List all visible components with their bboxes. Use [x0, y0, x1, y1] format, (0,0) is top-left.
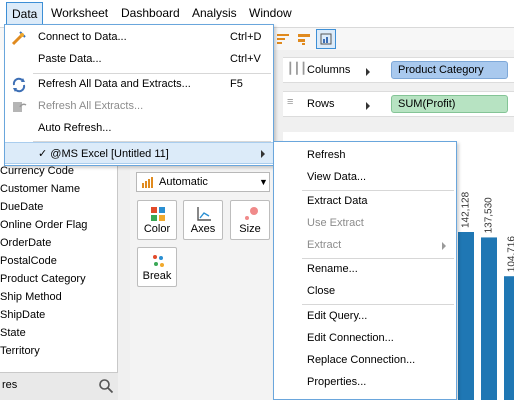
size-icon: [245, 207, 258, 220]
field-shipdate[interactable]: ShipDate: [0, 309, 45, 321]
columns-shelf-icon: ┃┃┃: [287, 63, 307, 75]
menu-separator: [302, 304, 454, 305]
bar-label-1: 142,128: [460, 191, 471, 228]
bar-2[interactable]: [481, 237, 497, 400]
menu-item-connect-to-data[interactable]: Connect to Data... Ctrl+D: [5, 27, 273, 49]
submenu-item-rename[interactable]: Rename...: [274, 259, 456, 281]
measures-search-bar: res: [0, 372, 118, 400]
submenu-item-properties[interactable]: Properties...: [274, 372, 456, 394]
bar-mark-icon: [142, 177, 153, 188]
rows-shelf-label: Rows: [307, 98, 335, 110]
field-orderdate[interactable]: OrderDate: [0, 237, 51, 249]
color-label: Color: [143, 223, 171, 235]
size-button[interactable]: Size: [230, 200, 270, 240]
show-mark-labels-button[interactable]: [316, 29, 336, 49]
mark-type-select[interactable]: Automatic ▼: [136, 172, 270, 192]
field-ship-method[interactable]: Ship Method: [0, 291, 62, 303]
rows-shelf-icon: ≡: [287, 96, 294, 108]
mark-labels-icon: [320, 33, 332, 45]
rows-pill[interactable]: SUM(Profit): [391, 95, 508, 113]
columns-shelf-label: Columns: [307, 64, 351, 76]
field-customer-name[interactable]: Customer Name: [0, 183, 80, 195]
submenu-item-use-extract[interactable]: Use Extract: [274, 213, 456, 235]
extract-refresh-icon: [13, 102, 27, 112]
data-menu: Connect to Data... Ctrl+D Paste Data... …: [4, 24, 274, 166]
rows-shelf[interactable]: ≡ Rows SUM(Profit): [283, 91, 514, 117]
submenu-item-extract[interactable]: Extract: [274, 235, 456, 257]
menu-item-datasource-ms-excel[interactable]: ✓ @MS Excel [Untitled 11]: [5, 142, 273, 164]
bar-label-3: 104,716: [506, 236, 514, 273]
break-icon: [153, 255, 164, 267]
mark-type-value: Automatic: [159, 176, 208, 188]
submenu-item-view-data[interactable]: View Data...: [274, 167, 456, 189]
columns-pill[interactable]: Product Category: [391, 61, 508, 79]
submenu-arrow-icon: [442, 242, 446, 250]
chevron-down-icon[interactable]: [366, 68, 370, 76]
bar-1[interactable]: [458, 232, 474, 400]
submenu-item-replace-connection[interactable]: Replace Connection...: [274, 350, 456, 372]
field-currency-code[interactable]: Currency Code: [0, 165, 74, 177]
field-postalcode[interactable]: PostalCode: [0, 255, 57, 267]
menu-item-refresh-all-extracts[interactable]: Refresh All Extracts...: [5, 96, 273, 118]
axes-icon: [197, 207, 211, 221]
submenu-item-extract-data[interactable]: Extract Data: [274, 191, 456, 213]
connect-icon: [11, 31, 26, 46]
menu-item-auto-refresh[interactable]: Auto Refresh...: [5, 118, 273, 140]
menu-analysis[interactable]: Analysis: [192, 6, 237, 20]
field-territory[interactable]: Territory: [0, 345, 40, 357]
submenu-item-edit-connection[interactable]: Edit Connection...: [274, 328, 456, 350]
size-label: Size: [239, 223, 261, 235]
menu-item-paste-data[interactable]: Paste Data... Ctrl+V: [5, 49, 273, 71]
chevron-down-icon[interactable]: [366, 102, 370, 110]
columns-shelf[interactable]: ┃┃┃ Columns Product Category: [283, 57, 514, 83]
submenu-item-close[interactable]: Close: [274, 281, 456, 303]
field-state[interactable]: State: [0, 327, 26, 339]
field-duedate[interactable]: DueDate: [0, 201, 43, 213]
submenu-item-refresh[interactable]: Refresh: [274, 145, 456, 167]
menu-dashboard[interactable]: Dashboard: [121, 6, 180, 20]
break-label: Break: [142, 270, 172, 282]
submenu-item-edit-query[interactable]: Edit Query...: [274, 306, 456, 328]
axes-button[interactable]: Axes: [183, 200, 223, 240]
measures-label: res: [2, 379, 18, 391]
menu-data[interactable]: Data: [6, 2, 44, 26]
break-button[interactable]: Break: [137, 247, 177, 287]
datasource-submenu: Refresh View Data... Extract Data Use Ex…: [273, 141, 457, 400]
bar-3[interactable]: [504, 276, 514, 400]
sort-descending-icon[interactable]: [296, 31, 312, 47]
submenu-arrow-icon: [261, 150, 265, 158]
menu-item-refresh-all[interactable]: Refresh All Data and Extracts... F5: [5, 74, 273, 96]
color-button[interactable]: Color: [137, 200, 177, 240]
menu-window[interactable]: Window: [249, 6, 292, 20]
search-icon[interactable]: [98, 378, 114, 394]
menu-worksheet[interactable]: Worksheet: [51, 6, 108, 20]
refresh-icon: [12, 77, 26, 93]
field-product-category[interactable]: Product Category: [0, 273, 86, 285]
field-online-order-flag[interactable]: Online Order Flag: [0, 219, 87, 231]
chevron-down-icon: ▼: [259, 177, 268, 187]
color-icon: [151, 207, 165, 221]
bar-label-2: 137,530: [483, 197, 494, 234]
sort-ascending-icon[interactable]: [275, 31, 291, 47]
axes-label: Axes: [190, 223, 216, 235]
